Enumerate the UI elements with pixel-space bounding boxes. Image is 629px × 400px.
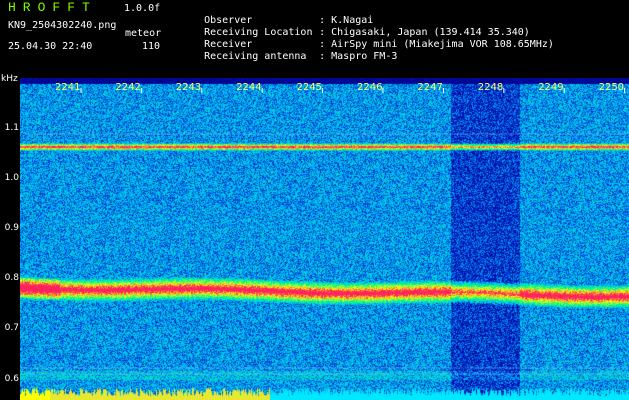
x-tick-label: 2242: [115, 82, 140, 93]
version-label: 1.0.0f: [124, 3, 161, 14]
y-tick-label: 0.9: [4, 223, 19, 234]
x-tick-label: 2246: [357, 82, 382, 93]
x-tick-label: 2247: [417, 82, 442, 93]
x-tick-label: 2249: [538, 82, 563, 93]
y-tick-label: 1.1: [4, 123, 19, 133]
y-tick-label: 0.6: [4, 373, 19, 384]
x-tick-label: 2250: [599, 82, 624, 93]
mode-label: meteor: [125, 28, 162, 39]
x-tick-label: 2241: [55, 82, 80, 93]
spectrogram-plot: 2241 2242 2243 2244 2245 2246 2247 2248 2249 2250: [20, 78, 629, 400]
meta-row-antenna: Receiving antenna : Maspro FM-3: [180, 39, 397, 75]
x-tick-label: 2245: [297, 82, 322, 93]
count-label: 110: [142, 41, 161, 52]
y-axis-unit: kHz: [1, 74, 18, 84]
filename-label: KN9_2504302240.png: [8, 20, 117, 31]
y-tick-label: 1.0: [4, 173, 19, 184]
y-tick-label: 0.7: [4, 323, 19, 334]
x-tick-label: 2243: [176, 82, 201, 93]
y-tick-label: 0.8: [4, 273, 19, 284]
x-tick-label: 2248: [478, 82, 503, 93]
header: HROFFT 1.0.0f KN9_2504302240.png meteor …: [0, 0, 629, 78]
datetime-label: 25.04.30 22:40: [8, 41, 93, 52]
meta-key: Receiving antenna: [204, 51, 307, 62]
spectrogram-overlay: 2241 2242 2243 2244 2245 2246 2247 2248 2249 2250: [20, 82, 629, 375]
x-tick-label: 2244: [236, 82, 261, 93]
app-logo: HROFFT: [8, 0, 97, 15]
meta-value: : Maspro FM-3: [319, 51, 398, 62]
